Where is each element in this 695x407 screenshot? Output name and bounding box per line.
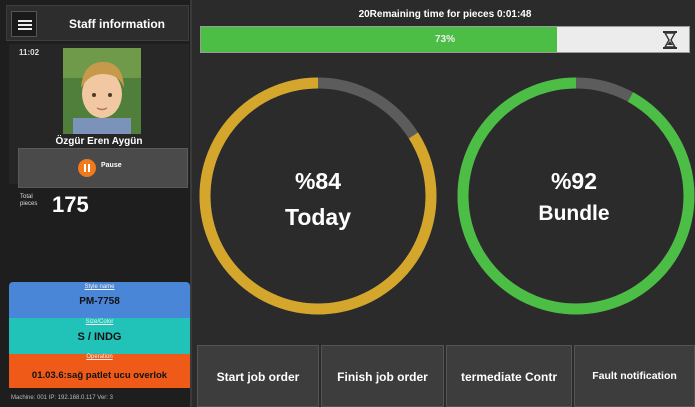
staff-photo — [63, 48, 141, 134]
finish-job-order-button[interactable]: Finish job order — [321, 345, 444, 407]
start-job-order-label: Start job order — [216, 370, 300, 384]
start-job-order-button[interactable]: Start job order — [197, 345, 319, 407]
style-name-box: Style name PM-7758 — [9, 282, 190, 318]
staff-sidebar: Staff information 11:02 Özgür Eren Aygün… — [0, 0, 192, 407]
staff-profile: 11:02 Özgür Eren Aygün Pause — [9, 44, 189, 188]
menu-icon[interactable] — [11, 11, 37, 37]
hourglass-icon — [663, 31, 677, 49]
pause-label: Pause — [101, 162, 122, 169]
size-color-caption: Size/Color — [85, 319, 114, 325]
remaining-time-text: 20Remaining time for pieces 0:01:48 — [358, 9, 532, 20]
pause-icon — [78, 159, 96, 177]
finish-job-order-label: Finish job order — [337, 370, 428, 384]
operation-caption: Operation — [86, 354, 113, 360]
bundle-gauge: %92 Bundle — [456, 76, 695, 316]
time-progress-label: 73% — [434, 34, 455, 45]
fault-notification-label: Fault notification — [592, 370, 677, 382]
staff-name: Özgür Eren Aygün — [55, 136, 143, 147]
operation-box: Operation 01.03.6:sağ patlet ucu overlok — [9, 354, 190, 388]
intermediate-control-button[interactable]: termediate Contr — [446, 345, 572, 407]
sidebar-title: Staff information — [69, 17, 165, 31]
total-pieces-value: 175 — [52, 192, 89, 217]
bundle-gauge-arc — [457, 77, 695, 315]
intermediate-control-label: termediate Contr — [460, 370, 558, 384]
style-name-caption: Style name — [84, 284, 115, 290]
today-label: Today — [284, 204, 352, 230]
today-percent: %84 — [294, 168, 342, 194]
operation-value: 01.03.6:sağ patlet ucu overlok — [31, 370, 168, 381]
pause-button[interactable]: Pause — [18, 148, 188, 188]
machine-info: Machine: 001 IP: 192.168.0.117 Ver: 3 — [11, 395, 113, 401]
sidebar-header: Staff information — [6, 5, 189, 41]
time-progress-bar: 73% — [200, 26, 690, 53]
today-gauge: %84 Today — [198, 76, 438, 316]
size-color-box: Size/Color S / INDG — [9, 318, 190, 354]
total-pieces-label: Total pieces — [20, 194, 38, 207]
clock: 11:02 — [19, 48, 40, 57]
size-color-value: S / INDG — [77, 331, 122, 343]
fault-notification-button[interactable]: Fault notification — [574, 345, 695, 407]
bundle-label: Bundle — [538, 202, 610, 225]
style-name-value: PM-7758 — [79, 296, 120, 307]
bundle-percent: %92 — [550, 168, 598, 194]
